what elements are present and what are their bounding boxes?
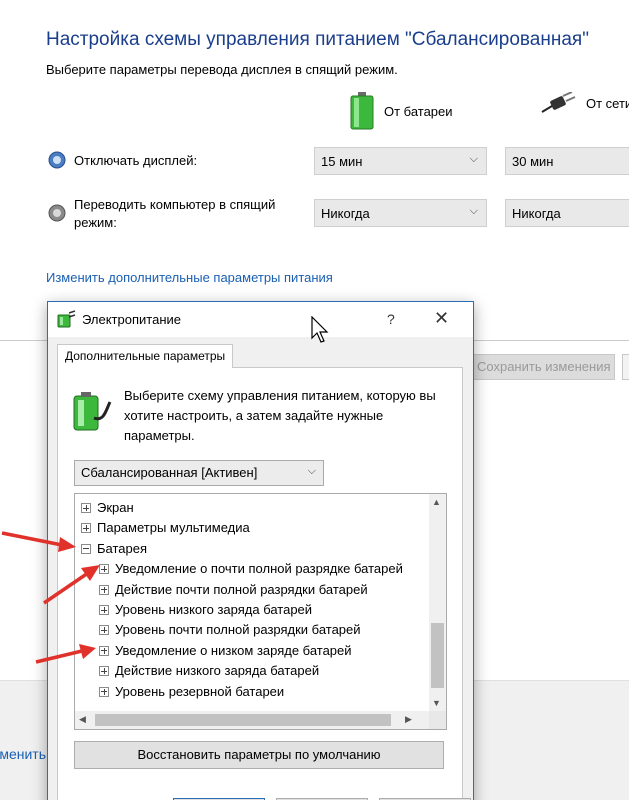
expand-icon[interactable] <box>81 503 91 513</box>
expand-icon[interactable] <box>81 523 91 534</box>
restore-defaults-button[interactable]: Восстановить параметры по умолчанию <box>74 741 444 769</box>
select-value: 30 мин <box>512 154 554 169</box>
display-off-plugged-select[interactable]: 30 мин <box>505 147 629 175</box>
scroll-thumb[interactable] <box>431 623 444 688</box>
sleep-battery-select[interactable]: Никогда ⌵ <box>314 199 487 227</box>
scrollbar-corner <box>429 711 446 729</box>
settings-tree[interactable]: Экран Параметры мультимедиа Батарея Уведомл… <box>74 493 447 730</box>
cancel-link-label: Отменить <box>0 746 46 762</box>
chevron-down-icon: ⌵ <box>469 153 478 165</box>
scroll-up-icon[interactable]: ▲ <box>432 497 441 507</box>
tree-item[interactable]: Действие почти полной разрядки батарей <box>99 580 368 600</box>
tree-item[interactable]: Уровень резервной батареи <box>99 682 284 702</box>
display-icon <box>48 151 66 169</box>
page-subtitle: Выберите параметры перевода дисплея в сп… <box>46 62 398 77</box>
select-value: 15 мин <box>321 154 363 169</box>
tree-item[interactable]: Уровень низкого заряда батарей <box>99 600 312 620</box>
select-value: Никогда <box>321 206 370 221</box>
scroll-down-icon[interactable]: ▼ <box>432 698 441 708</box>
mouse-cursor-icon <box>311 316 329 343</box>
page-title: Настройка схемы управления питанием "Сба… <box>46 29 589 50</box>
vertical-scrollbar[interactable]: ▲ ▼ <box>429 494 446 712</box>
tree-item[interactable]: Параметры мультимедиа <box>81 518 250 538</box>
battery-plug-icon <box>73 392 112 431</box>
scroll-left-icon[interactable]: ◀ <box>79 714 86 725</box>
advanced-settings-link[interactable]: Изменить дополнительные параметры питани… <box>46 270 333 285</box>
expand-icon[interactable] <box>99 625 109 636</box>
tree-item-label: Уведомление о низком заряде батарей <box>115 642 352 658</box>
expand-icon[interactable] <box>99 686 109 697</box>
collapse-icon[interactable] <box>81 543 91 554</box>
power-options-icon <box>57 310 76 328</box>
power-scheme-select[interactable]: Сбалансированная [Активен] ⌵ <box>74 460 324 486</box>
annotation-arrow-icon <box>1 531 76 552</box>
tree-item-label: Уровень резервной батареи <box>115 683 285 699</box>
help-button[interactable]: ? <box>387 311 395 327</box>
sleep-label: Переводить компьютер в спящий режим: <box>74 197 276 230</box>
horizontal-scrollbar[interactable]: ◀ ▶ <box>75 711 431 729</box>
scroll-thumb[interactable] <box>95 714 391 726</box>
cancel-link[interactable]: Отменить <box>0 746 46 762</box>
power-scheme-value: Сбалансированная [Активен] <box>81 465 258 480</box>
select-value: Никогда <box>512 206 561 221</box>
tree-item-label: Действие почти полной разрядки батарей <box>115 581 368 597</box>
expand-icon[interactable] <box>99 645 109 656</box>
expand-icon[interactable] <box>99 666 109 677</box>
tree-item-label: Параметры мультимедиа <box>97 520 250 536</box>
dialog-title: Электропитание <box>82 312 181 327</box>
annotation-arrow-icon <box>35 644 96 664</box>
close-button[interactable]: ✕ <box>434 308 449 329</box>
tree-item-label: Уровень низкого заряда батарей <box>115 602 313 617</box>
tree-item-label: Экран <box>97 500 134 515</box>
battery-icon <box>350 92 374 130</box>
tree-item[interactable]: Действие низкого заряда батарей <box>99 661 319 681</box>
column-header-battery-label: От батареи <box>384 103 453 119</box>
column-header-battery: От батареи <box>350 92 453 130</box>
chevron-down-icon: ⌵ <box>307 465 316 477</box>
scroll-right-icon[interactable]: ▶ <box>405 714 412 725</box>
power-options-dialog: Электропитание ? ✕ Дополнительные параме… <box>47 301 474 800</box>
chevron-down-icon: ⌵ <box>469 205 478 217</box>
tree-item[interactable]: Экран <box>81 498 134 518</box>
plug-icon <box>541 92 576 113</box>
tree-item-label: Действие низкого заряда батарей <box>115 663 320 679</box>
tree-item[interactable]: Батарея <box>81 539 147 559</box>
display-off-label: Отключать дисплей: <box>74 153 198 168</box>
sleep-plugged-select[interactable]: Никогда <box>505 199 629 227</box>
display-off-battery-select[interactable]: 15 мин ⌵ <box>314 147 487 175</box>
tree-item[interactable]: Уведомление о низком заряде батарей <box>99 641 352 661</box>
tree-item-label: Уведомление о почти полной разрядке бата… <box>115 561 403 577</box>
save-changes-button[interactable]: Сохранить изменения <box>470 354 615 380</box>
tree-item[interactable]: Уровень почти полной разрядки батарей <box>99 620 361 640</box>
dialog-titlebar[interactable]: Электропитание ? ✕ <box>48 302 473 337</box>
annotation-arrow-icon <box>43 565 100 605</box>
sleep-icon <box>48 204 66 222</box>
column-header-plugged-label: От сети <box>586 95 629 111</box>
dialog-intro-text: Выберите схему управления питанием, кото… <box>124 388 436 443</box>
tab-advanced-settings[interactable]: Дополнительные параметры <box>57 344 234 368</box>
column-header-plugged: От сети <box>540 92 629 114</box>
cancel-button[interactable] <box>622 354 629 380</box>
tree-item[interactable]: Уведомление о почти полной разрядке бата… <box>99 559 403 579</box>
tree-item-label: Уровень почти полной разрядки батарей <box>115 622 361 638</box>
tree-item-label: Батарея <box>97 540 148 556</box>
